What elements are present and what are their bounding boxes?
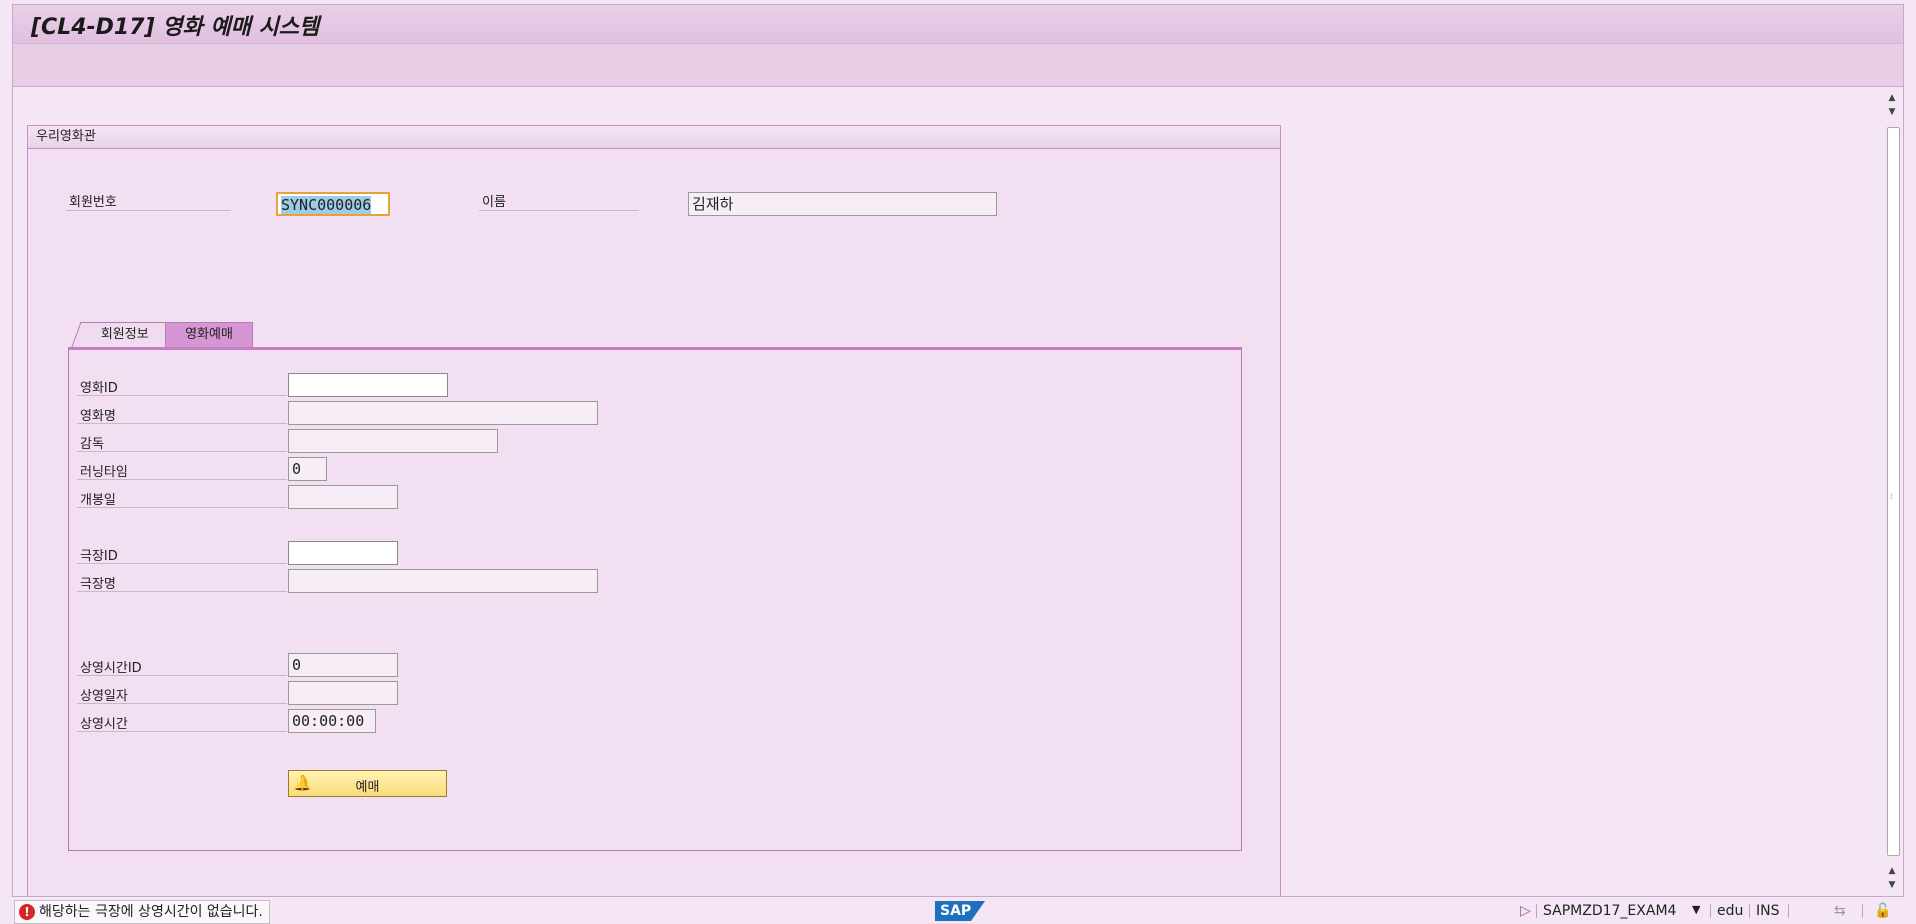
page-down-icon[interactable]: ▼	[1886, 105, 1898, 119]
divider	[77, 423, 287, 424]
divider	[77, 395, 287, 396]
divider	[77, 703, 287, 704]
show-time-label: 상영시간	[80, 717, 128, 732]
director-field[interactable]	[288, 429, 498, 453]
show-date-label: 상영일자	[80, 689, 128, 704]
name-field[interactable]: 김재하	[688, 192, 997, 216]
group-title: 우리영화관	[28, 126, 1280, 149]
separator	[1788, 904, 1789, 918]
show-date-field[interactable]	[288, 681, 398, 705]
main-window: [CL4-D17] 영화 예매 시스템 우리영화관 회원번호 SYNC00000…	[12, 4, 1904, 897]
release-date-field[interactable]	[288, 485, 398, 509]
separator	[1710, 904, 1711, 918]
theater-name-field[interactable]	[288, 569, 598, 593]
scroll-up-icon[interactable]: ▲	[1886, 91, 1898, 105]
title-bar: [CL4-D17] 영화 예매 시스템	[13, 5, 1903, 44]
member-no-underline	[66, 210, 231, 211]
separator	[1536, 904, 1537, 918]
cinema-group-box: 우리영화관 회원번호 SYNC000006 이름 김재하 회원정보 영화예매 영…	[27, 125, 1281, 896]
director-label: 감독	[80, 437, 104, 452]
play-icon[interactable]: ▷	[1520, 903, 1531, 919]
divider	[77, 675, 287, 676]
running-time-field[interactable]: 0	[288, 457, 327, 481]
status-message-text: 해당하는 극장에 상영시간이 없습니다.	[39, 904, 263, 920]
movie-id-input[interactable]	[288, 373, 448, 397]
showtime-id-label: 상영시간ID	[80, 661, 142, 676]
name-label: 이름	[482, 195, 506, 210]
window-title: [CL4-D17] 영화 예매 시스템	[31, 15, 320, 40]
movie-id-label: 영화ID	[80, 381, 118, 396]
grip-icon: ⁞	[1890, 491, 1893, 501]
status-message[interactable]: ! 해당하는 극장에 상영시간이 없습니다.	[14, 900, 270, 924]
lock-icon[interactable]: 🔓	[1874, 903, 1891, 919]
book-button-label: 예매	[355, 780, 380, 795]
divider	[77, 479, 287, 480]
connection-icon: ⇆	[1834, 903, 1846, 919]
insert-mode[interactable]: INS	[1756, 903, 1780, 919]
dropdown-icon[interactable]: ▼	[1692, 903, 1700, 916]
release-date-label: 개봉일	[80, 493, 116, 508]
running-time-label: 러닝타임	[80, 465, 128, 480]
scroll-down-icon[interactable]: ▼	[1886, 878, 1898, 892]
scrollbar-track[interactable]: ⁞	[1887, 127, 1900, 856]
screen-content: 우리영화관 회원번호 SYNC000006 이름 김재하 회원정보 영화예매 영…	[13, 87, 1881, 896]
program-name: SAPMZD17_EXAM4	[1543, 903, 1677, 919]
movie-name-label: 영화명	[80, 409, 116, 424]
application-toolbar	[13, 44, 1903, 87]
theater-name-label: 극장명	[80, 577, 116, 592]
separator	[1749, 904, 1750, 918]
status-bar: ! 해당하는 극장에 상영시간이 없습니다. SAP ▷ SAPMZD17_EX…	[0, 899, 1916, 924]
theater-id-input[interactable]	[288, 541, 398, 565]
page-up-icon[interactable]: ▲	[1886, 864, 1898, 878]
name-underline	[479, 210, 639, 211]
separator	[1862, 904, 1863, 918]
client-name: edu	[1717, 903, 1744, 919]
showtime-id-field[interactable]: 0	[288, 653, 398, 677]
booking-tab-panel: 영화ID 영화명 감독 러닝타임 0 개봉일 극장ID 극장명 상영시간ID 0…	[68, 347, 1242, 851]
divider	[77, 731, 287, 732]
show-time-field[interactable]: 00:00:00	[288, 709, 376, 733]
book-button[interactable]: 🔔 예매	[288, 770, 447, 797]
member-no-field[interactable]: SYNC000006	[276, 192, 390, 216]
vertical-scrollbar[interactable]: ▲ ▼ ⁞ ▲ ▼	[1881, 87, 1903, 896]
sap-logo: SAP	[935, 901, 985, 921]
tab-member-info[interactable]: 회원정보	[71, 322, 178, 347]
divider	[77, 591, 287, 592]
error-icon: !	[19, 904, 35, 920]
divider	[77, 507, 287, 508]
movie-name-field[interactable]	[288, 401, 598, 425]
theater-id-label: 극장ID	[80, 549, 118, 564]
member-no-label: 회원번호	[69, 195, 117, 210]
divider	[77, 563, 287, 564]
divider	[77, 451, 287, 452]
tab-movie-booking[interactable]: 영화예매	[165, 322, 253, 347]
